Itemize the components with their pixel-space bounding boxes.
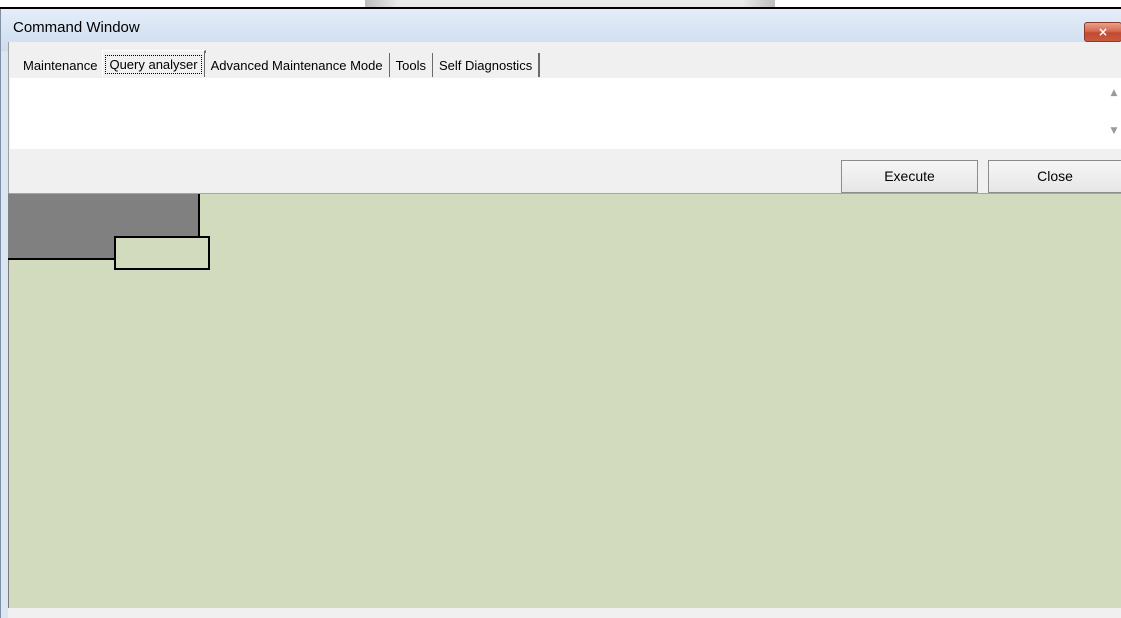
status-strip [8,608,1121,618]
tab-strip: Maintenance Query analyser Advanced Main… [9,50,541,77]
tab-label: Query analyser [105,54,202,74]
scroll-up-arrow-icon[interactable]: ▲ [1106,85,1121,101]
query-input[interactable]: ▲ ▼ [10,79,1121,149]
background-window-edge [365,0,775,7]
execute-button[interactable]: Execute [841,160,978,193]
tab-label: Advanced Maintenance Mode [210,57,383,73]
tab-advanced-maintenance-mode[interactable]: Advanced Maintenance Mode [204,53,391,77]
tab-maintenance[interactable]: Maintenance [17,53,104,77]
tab-self-diagnostics[interactable]: Self Diagnostics [432,53,541,77]
scroll-down-arrow-icon[interactable]: ▼ [1106,123,1121,139]
tab-label: Maintenance [23,57,98,73]
tab-query-analyser[interactable]: Query analyser [102,50,206,77]
grid-cell[interactable] [114,236,210,270]
tab-label: Tools [395,57,426,73]
window-close-button[interactable]: × [1084,22,1121,42]
window-title: Command Window [13,19,140,36]
background-edge [0,0,1121,9]
close-button[interactable]: Close [988,160,1121,193]
tab-label: Self Diagnostics [438,57,533,73]
tab-tools[interactable]: Tools [389,53,434,77]
close-icon: × [1097,25,1109,39]
